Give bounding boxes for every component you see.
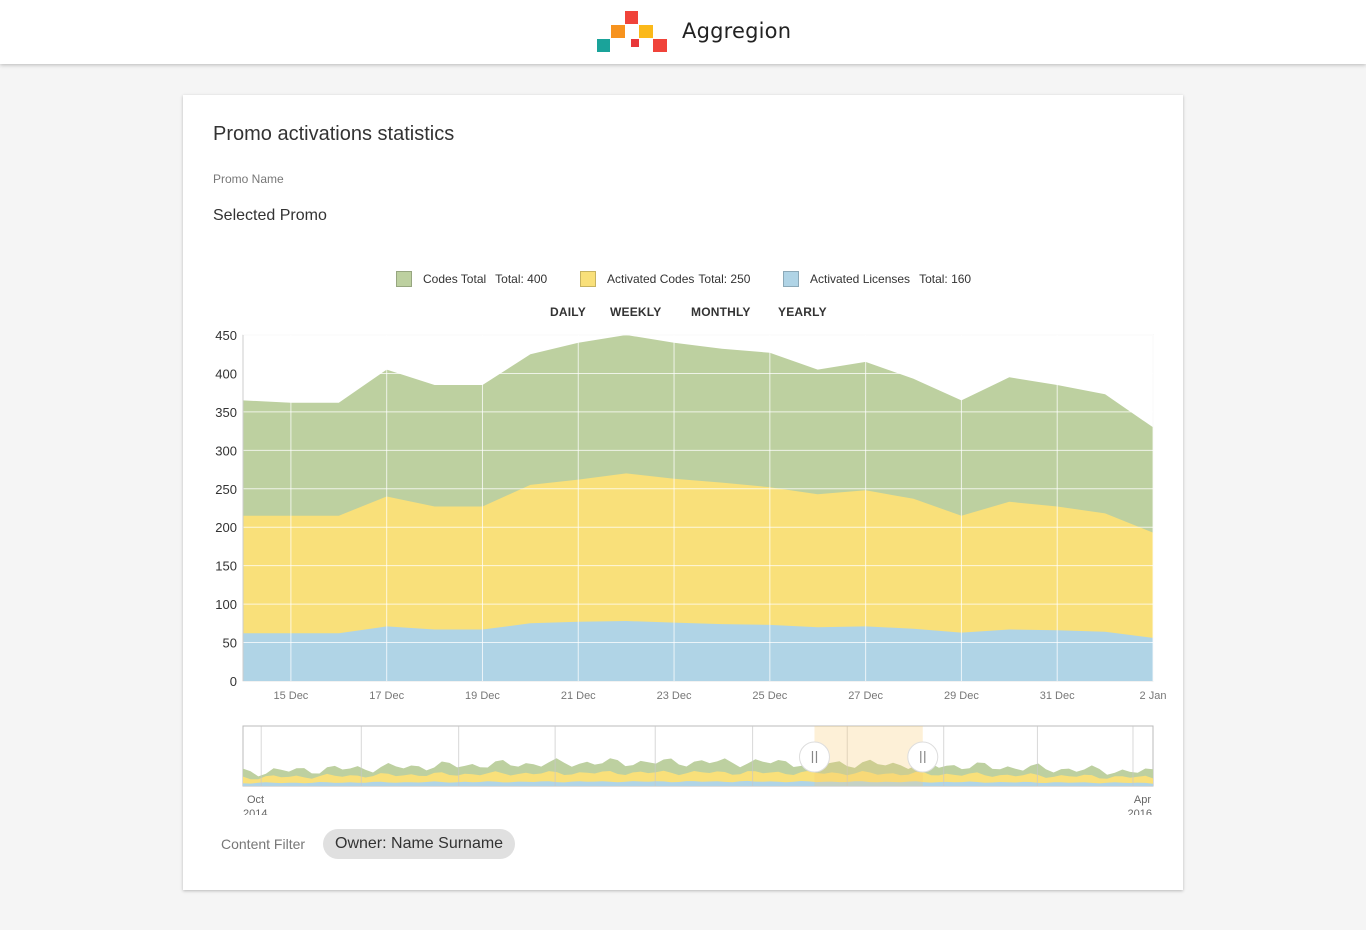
- y-tick-label: 300: [215, 443, 237, 458]
- y-tick-label: 150: [215, 559, 237, 574]
- period-weekly-button[interactable]: WEEKLY: [610, 305, 661, 319]
- legend-swatch: [396, 271, 412, 287]
- y-tick-label: 350: [215, 405, 237, 420]
- y-tick-label: 50: [223, 636, 237, 651]
- navigator-start-label: Oct: [247, 794, 264, 806]
- x-tick-label: 25 Dec: [752, 690, 787, 702]
- legend-swatch: [580, 271, 596, 287]
- y-tick-label: 450: [215, 328, 237, 343]
- top-app-bar: Aggregion: [0, 0, 1366, 64]
- period-selector: DAILY WEEKLY MONTHLY YEARLY: [183, 305, 1183, 321]
- x-tick-label: 19 Dec: [465, 690, 500, 702]
- period-yearly-button[interactable]: YEARLY: [778, 305, 827, 319]
- x-tick-label: 31 Dec: [1040, 690, 1075, 702]
- period-daily-button[interactable]: DAILY: [550, 305, 586, 319]
- legend-label: Activated Codes: [607, 272, 695, 286]
- x-tick-label: 23 Dec: [657, 690, 692, 702]
- owner-filter-chip[interactable]: Owner: Name Surname: [323, 829, 516, 859]
- x-tick-label: 15 Dec: [273, 690, 308, 702]
- navigator-selection: [814, 726, 923, 786]
- x-tick-label: 2 Jan: [1140, 690, 1167, 702]
- activations-area-chart: 0 50 100 150 200 250 300 350 400 450 15 Dec 17 Dec 1…: [215, 328, 1167, 702]
- navigator-end-label: Apr: [1134, 794, 1151, 806]
- brand-name: Aggregion: [682, 19, 792, 43]
- promo-name-value[interactable]: Selected Promo: [213, 207, 327, 225]
- handle-circle: [907, 741, 939, 773]
- range-end-handle[interactable]: [907, 741, 939, 773]
- legend-label: Codes Total: [423, 272, 487, 286]
- legend-total: Total: 250: [698, 272, 751, 286]
- y-tick-label: 200: [215, 520, 237, 535]
- navigator-end-year: 2016: [1128, 808, 1152, 815]
- range-navigator[interactable]: Oct 2014 Apr 2016: [183, 720, 1183, 815]
- chart-legend: Codes Total Total: 400 Activated Codes T…: [183, 270, 1183, 290]
- range-start-handle[interactable]: [798, 741, 830, 773]
- content-filter-label: Content Filter: [221, 836, 306, 852]
- legend-label: Activated Licenses: [810, 272, 911, 286]
- period-monthly-button[interactable]: MONTHLY: [691, 305, 751, 319]
- y-tick-label: 250: [215, 482, 237, 497]
- handle-circle: [798, 741, 830, 773]
- x-tick-label: 27 Dec: [848, 690, 883, 702]
- x-tick-label: 21 Dec: [561, 690, 596, 702]
- legend-item-codes-total[interactable]: Codes Total Total: 400: [396, 270, 547, 288]
- navigator-start-year: 2014: [243, 808, 267, 815]
- promo-name-label: Promo Name: [213, 172, 284, 186]
- y-tick-label: 400: [215, 366, 237, 381]
- x-tick-label: 17 Dec: [369, 690, 404, 702]
- page-title: Promo activations statistics: [213, 123, 455, 145]
- x-tick-label: 29 Dec: [944, 690, 979, 702]
- series-area-activated-licenses: [243, 621, 1153, 681]
- legend-swatch: [783, 271, 799, 287]
- statistics-card: Promo activations statistics Promo Name …: [183, 95, 1183, 890]
- y-tick-label: 0: [230, 674, 237, 689]
- legend-item-activated-licenses[interactable]: Activated Licenses Total: 160: [783, 270, 971, 288]
- legend-total: Total: 160: [919, 272, 972, 286]
- aggregion-logo-icon: [597, 11, 667, 52]
- legend-total: Total: 400: [495, 272, 548, 286]
- legend-item-activated-codes[interactable]: Activated Codes Total: 250: [580, 270, 750, 288]
- y-tick-label: 100: [215, 597, 237, 612]
